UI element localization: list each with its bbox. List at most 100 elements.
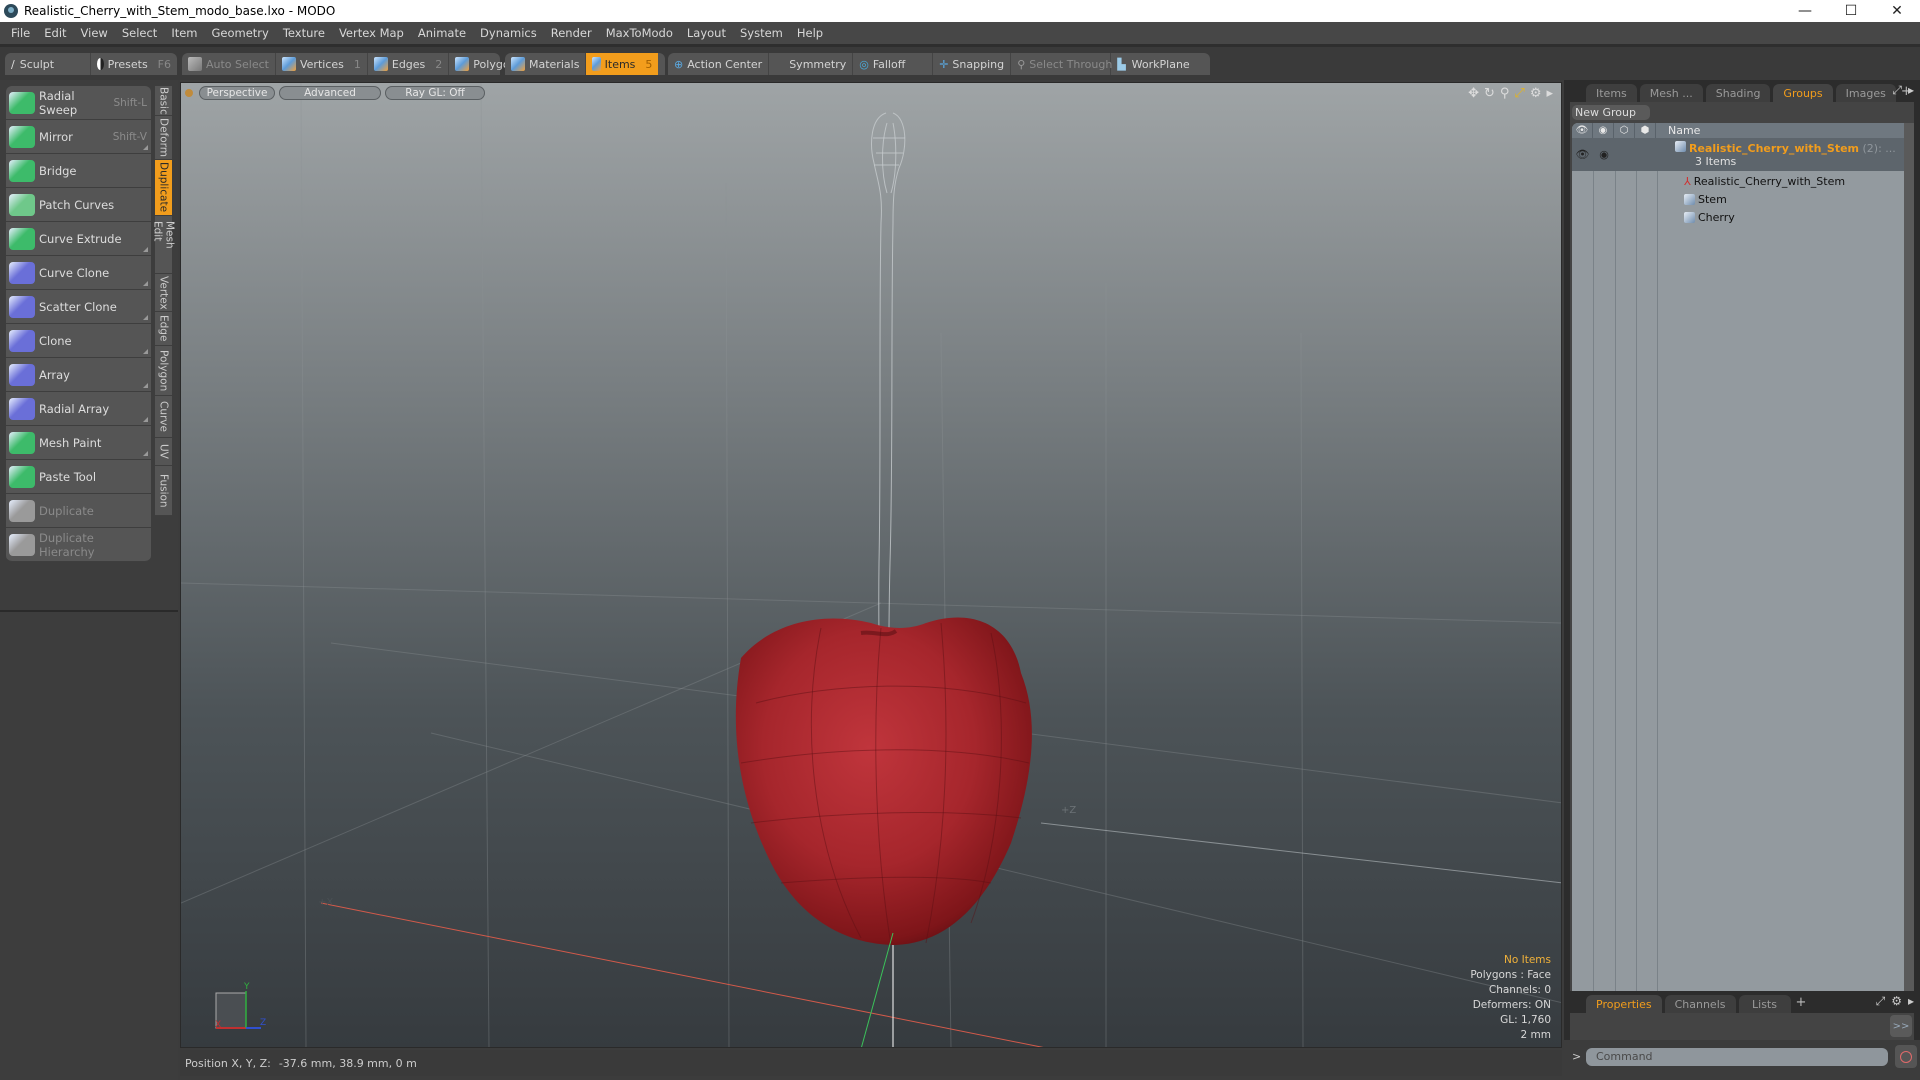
tool-duplicate-hierarchy[interactable]: Duplicate Hierarchy [6, 528, 151, 562]
tab-items[interactable]: Items [1586, 84, 1637, 102]
expand-properties-button[interactable]: >> [1890, 1015, 1912, 1037]
tool-curve-clone[interactable]: Curve Clone [6, 256, 151, 290]
category-tab-curve[interactable]: Curve [155, 396, 172, 438]
symmetry-button[interactable]: Symmetry [769, 53, 854, 75]
shading-mode-dropdown[interactable]: Advanced [279, 86, 381, 100]
category-tab-uv[interactable]: UV [155, 438, 172, 466]
group-visibility-icon[interactable]: 👁 [1572, 148, 1593, 161]
tool-options-corner-icon[interactable] [143, 383, 148, 388]
new-group-button[interactable]: New Group [1572, 105, 1650, 120]
category-tab-polygon[interactable]: Polygon [155, 346, 172, 396]
menu-edit[interactable]: Edit [37, 26, 73, 40]
falloff-button[interactable]: ◎ Falloff [853, 53, 934, 75]
command-input[interactable]: Command [1586, 1048, 1888, 1066]
tool-options-corner-icon[interactable] [143, 349, 148, 354]
category-tab-basic[interactable]: Basic [155, 86, 172, 116]
expand-panel-icon[interactable]: ⤢ [1892, 83, 1902, 98]
record-macro-button[interactable] [1895, 1045, 1917, 1068]
group-row[interactable]: 👁 ◉ Realistic_Cherry_with_Stem (2): ... … [1572, 138, 1906, 171]
tool-duplicate[interactable]: Duplicate [6, 494, 151, 528]
name-column-header[interactable]: Name [1656, 124, 1700, 137]
tool-mirror[interactable]: Mirror Shift-V [6, 120, 151, 154]
menu-vertex-map[interactable]: Vertex Map [332, 26, 411, 40]
group-member-row[interactable]: Cherry [1572, 208, 1906, 226]
select-column-icon[interactable]: ⬢ [1635, 123, 1656, 138]
maximize-button[interactable]: ☐ [1828, 0, 1874, 22]
rotate-icon[interactable]: ↻ [1484, 86, 1495, 101]
viewport-settings-icon[interactable]: ⚙ [1530, 86, 1542, 101]
menu-layout[interactable]: Layout [680, 26, 733, 40]
tab-mesh[interactable]: Mesh ... [1639, 84, 1703, 102]
tab-images[interactable]: Images [1835, 84, 1896, 102]
tool-curve-extrude[interactable]: Curve Extrude [6, 222, 151, 256]
tab-lists[interactable]: Lists [1738, 995, 1791, 1013]
menu-help[interactable]: Help [790, 26, 830, 40]
tab-shading[interactable]: Shading [1705, 84, 1771, 102]
3d-viewport[interactable]: +X +Z X Y Z Perspective Advanced Ray GL:… [180, 82, 1562, 1048]
viewport-more-icon[interactable]: ▸ [1546, 86, 1553, 101]
tool-mesh-paint[interactable]: Mesh Paint [6, 426, 151, 460]
tab-properties[interactable]: Properties [1586, 995, 1662, 1013]
sculpt-button[interactable]: ∕ Sculpt [5, 53, 91, 75]
tool-paste-tool[interactable]: Paste Tool [6, 460, 151, 494]
maximize-viewport-icon[interactable]: ⤢ [1514, 86, 1524, 101]
lock-column-icon[interactable]: ⬡ [1614, 123, 1635, 138]
raygl-toggle[interactable]: Ray GL: Off [385, 86, 485, 100]
render-column-icon[interactable]: ◉ [1593, 123, 1614, 138]
tool-options-corner-icon[interactable] [143, 417, 148, 422]
tab-groups[interactable]: Groups [1773, 84, 1833, 102]
category-tab-edge[interactable]: Edge [155, 312, 172, 346]
tool-array[interactable]: Array [6, 358, 151, 392]
presets-button[interactable]: Presets F6 [91, 53, 177, 75]
tool-options-corner-icon[interactable] [143, 451, 148, 456]
zoom-icon[interactable]: ⚲ [1500, 86, 1510, 101]
category-tab-duplicate[interactable]: Duplicate [155, 160, 172, 216]
category-tab-fusion[interactable]: Fusion [155, 466, 172, 516]
menu-geometry[interactable]: Geometry [205, 26, 276, 40]
auto-select-button[interactable]: Auto Select [182, 53, 276, 75]
menu-dynamics[interactable]: Dynamics [473, 26, 544, 40]
groups-scrollbar[interactable] [1904, 123, 1914, 1005]
snapping-button[interactable]: ✛ Snapping [933, 53, 1012, 75]
panel-more-icon[interactable]: ▸ [1908, 994, 1914, 1009]
panel-settings-icon[interactable]: ⚙ [1891, 994, 1902, 1009]
tool-bridge[interactable]: Bridge [6, 154, 151, 188]
visibility-column-icon[interactable]: 👁 [1572, 123, 1593, 138]
tool-options-corner-icon[interactable] [143, 145, 148, 150]
workplane-button[interactable]: ▙ WorkPlane [1111, 53, 1196, 75]
vertices-button[interactable]: Vertices 1 [276, 53, 368, 75]
materials-button[interactable]: Materials [505, 53, 587, 75]
menu-render[interactable]: Render [544, 26, 599, 40]
pan-icon[interactable]: ✥ [1468, 86, 1479, 101]
panel-more-icon[interactable]: ▸ [1908, 83, 1914, 98]
menu-view[interactable]: View [74, 26, 115, 40]
select-through-button[interactable]: ⚲ Select Through [1011, 53, 1112, 75]
add-tab-icon[interactable]: + [1796, 995, 1807, 1010]
menu-texture[interactable]: Texture [276, 26, 332, 40]
menu-system[interactable]: System [733, 26, 790, 40]
category-tab-vertex[interactable]: Vertex [155, 274, 172, 312]
minimize-button[interactable]: — [1782, 0, 1828, 22]
group-render-icon[interactable]: ◉ [1593, 148, 1615, 161]
group-member-row[interactable]: ⅄ Realistic_Cherry_with_Stem [1572, 172, 1906, 190]
tool-scatter-clone[interactable]: Scatter Clone [6, 290, 151, 324]
category-tab-deform[interactable]: Deform [155, 116, 172, 160]
menu-item[interactable]: Item [164, 26, 204, 40]
expand-panel-icon[interactable]: ⤢ [1876, 994, 1886, 1009]
edges-button[interactable]: Edges 2 [368, 53, 450, 75]
tool-options-corner-icon[interactable] [143, 281, 148, 286]
menu-maxtomodo[interactable]: MaxToModo [599, 26, 680, 40]
menu-select[interactable]: Select [115, 26, 164, 40]
close-button[interactable]: ✕ [1874, 0, 1920, 22]
tab-channels[interactable]: Channels [1664, 995, 1736, 1013]
viewport-menu-dot[interactable] [185, 89, 193, 97]
tool-options-corner-icon[interactable] [143, 247, 148, 252]
category-tab-mesh-edit[interactable]: Mesh Edit [152, 216, 176, 274]
items-button[interactable]: Items 5 [586, 53, 659, 75]
tool-radial-array[interactable]: Radial Array [6, 392, 151, 426]
tool-options-corner-icon[interactable] [143, 315, 148, 320]
tool-clone[interactable]: Clone [6, 324, 151, 358]
group-member-row[interactable]: Stem [1572, 190, 1906, 208]
action-center-button[interactable]: ⊕ Action Center [668, 53, 770, 75]
tool-radial-sweep[interactable]: Radial Sweep Shift-L [6, 86, 151, 120]
